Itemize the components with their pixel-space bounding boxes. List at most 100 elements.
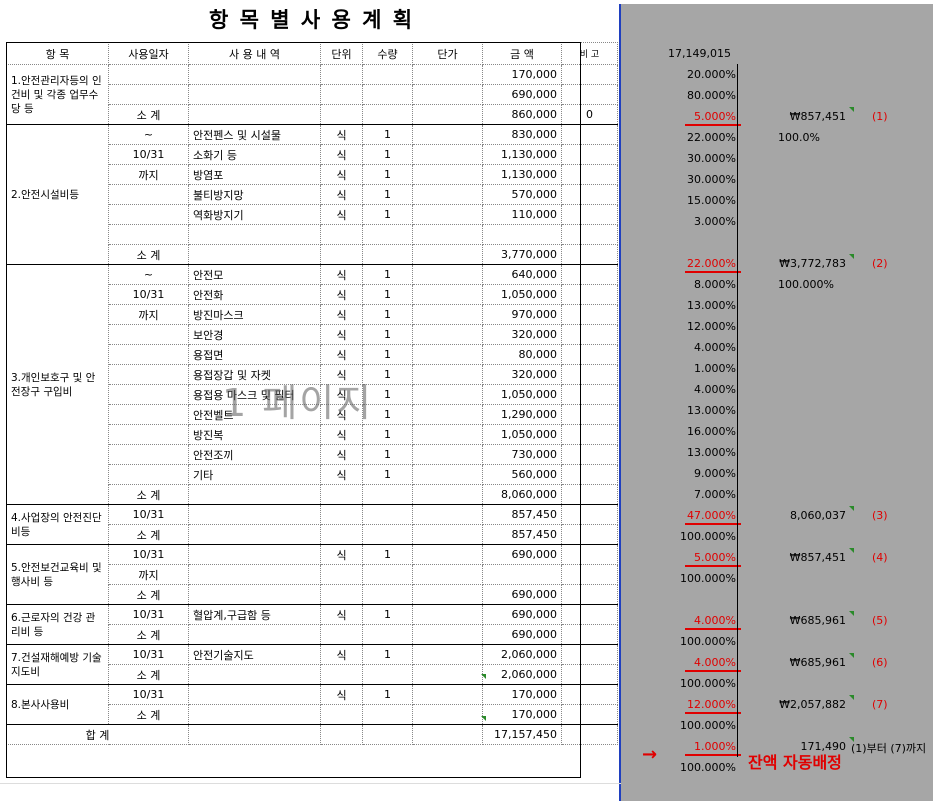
cell-amount[interactable]: 1,050,000 bbox=[482, 384, 562, 405]
cell-amount[interactable]: 1,130,000 bbox=[482, 144, 562, 165]
cell-item[interactable]: 방진복 bbox=[188, 424, 321, 445]
allocation-tag[interactable]: (2) bbox=[872, 257, 888, 270]
subtotal-percent[interactable]: 47.000% bbox=[624, 509, 736, 522]
cell-qty[interactable]: 1 bbox=[362, 164, 413, 185]
cell-price[interactable] bbox=[412, 644, 483, 665]
allocated-amount[interactable]: ₩3,772,783 bbox=[742, 257, 846, 270]
cell-qty[interactable]: 1 bbox=[362, 604, 413, 625]
cell-price[interactable] bbox=[412, 684, 483, 705]
subtotal-label[interactable]: 소 계 bbox=[108, 104, 189, 125]
allocation-tag[interactable]: (5) bbox=[872, 614, 888, 627]
subtotal-percent[interactable]: 5.000% bbox=[624, 110, 736, 123]
empty-cell[interactable] bbox=[412, 624, 483, 645]
cell-qty[interactable]: 1 bbox=[362, 544, 413, 565]
cell-remark[interactable] bbox=[561, 164, 618, 185]
cell-date[interactable] bbox=[108, 184, 189, 205]
empty-cell[interactable] bbox=[412, 484, 483, 505]
row-percent[interactable]: 3.000% bbox=[624, 215, 736, 228]
cell-unit[interactable] bbox=[320, 84, 363, 105]
cell-remark[interactable] bbox=[561, 384, 618, 405]
cell-price[interactable] bbox=[412, 164, 483, 185]
cell-price[interactable] bbox=[412, 424, 483, 445]
cell-date[interactable] bbox=[108, 404, 189, 425]
empty-cell[interactable] bbox=[362, 664, 413, 685]
cell-qty[interactable]: 1 bbox=[362, 464, 413, 485]
subtotal-remark[interactable] bbox=[561, 484, 618, 505]
empty-cell[interactable] bbox=[188, 524, 321, 545]
row-percent[interactable]: 100.000% bbox=[624, 719, 736, 732]
empty-cell[interactable] bbox=[320, 624, 363, 645]
empty-cell[interactable] bbox=[320, 524, 363, 545]
subtotal-remark[interactable] bbox=[561, 664, 618, 685]
empty-cell[interactable] bbox=[320, 244, 363, 265]
cell-date[interactable]: ~ bbox=[108, 264, 189, 285]
cell-unit[interactable]: 식 bbox=[320, 464, 363, 485]
subtotal-percent[interactable]: 1.000% bbox=[624, 740, 736, 753]
cell-date[interactable] bbox=[108, 384, 189, 405]
cell-qty[interactable] bbox=[362, 564, 413, 585]
cell-price[interactable] bbox=[412, 284, 483, 305]
cell-remark[interactable] bbox=[561, 264, 618, 285]
empty-cell[interactable] bbox=[188, 704, 321, 725]
cell-date[interactable]: 까지 bbox=[108, 164, 189, 185]
row-percent[interactable]: 30.000% bbox=[624, 173, 736, 186]
cell-remark[interactable] bbox=[561, 344, 618, 365]
empty-cell[interactable] bbox=[412, 524, 483, 545]
row-percent[interactable]: 13.000% bbox=[624, 446, 736, 459]
subtotal-percent[interactable]: 22.000% bbox=[624, 257, 736, 270]
empty-cell[interactable] bbox=[320, 664, 363, 685]
cell-date[interactable]: 10/31 bbox=[108, 604, 189, 625]
cell-amount[interactable]: 570,000 bbox=[482, 184, 562, 205]
allocated-amount[interactable]: 8,060,037 bbox=[742, 509, 846, 522]
cell-date[interactable] bbox=[108, 84, 189, 105]
subtotal-amount[interactable]: 3,770,000 bbox=[482, 244, 562, 265]
cell-amount[interactable] bbox=[482, 564, 562, 585]
header-cell[interactable]: 단위 bbox=[320, 42, 363, 65]
cell-qty[interactable]: 1 bbox=[362, 204, 413, 225]
cell-price[interactable] bbox=[412, 564, 483, 585]
empty-cell[interactable] bbox=[362, 524, 413, 545]
cell-unit[interactable]: 식 bbox=[320, 284, 363, 305]
cell-date[interactable] bbox=[108, 364, 189, 385]
allocation-tag[interactable]: (3) bbox=[872, 509, 888, 522]
cell-item[interactable]: 안전조끼 bbox=[188, 444, 321, 465]
row-percent[interactable]: 9.000% bbox=[624, 467, 736, 480]
cell-item[interactable] bbox=[188, 684, 321, 705]
cell-price[interactable] bbox=[412, 384, 483, 405]
cell-remark[interactable] bbox=[561, 124, 618, 145]
empty-cell[interactable] bbox=[412, 724, 483, 745]
cell-item[interactable]: 용접면 bbox=[188, 344, 321, 365]
cell-item[interactable] bbox=[188, 64, 321, 85]
empty-cell[interactable] bbox=[412, 704, 483, 725]
cell-remark[interactable] bbox=[561, 184, 618, 205]
row-percent[interactable]: 100.000% bbox=[624, 572, 736, 585]
empty-cell[interactable] bbox=[320, 704, 363, 725]
cell-unit[interactable]: 식 bbox=[320, 184, 363, 205]
row-percent[interactable]: 12.000% bbox=[624, 320, 736, 333]
cell-price[interactable] bbox=[412, 184, 483, 205]
subtotal-label[interactable]: 소 계 bbox=[108, 664, 189, 685]
header-cell[interactable]: 항 목 bbox=[6, 42, 109, 65]
subtotal-percent[interactable]: 4.000% bbox=[624, 614, 736, 627]
cell-remark[interactable] bbox=[561, 464, 618, 485]
cell-unit[interactable] bbox=[320, 64, 363, 85]
empty-cell[interactable] bbox=[320, 724, 363, 745]
cell-qty[interactable] bbox=[362, 64, 413, 85]
row-percent[interactable]: 100.000% bbox=[624, 530, 736, 543]
cell-remark[interactable] bbox=[561, 424, 618, 445]
empty-cell[interactable] bbox=[320, 484, 363, 505]
cell-date[interactable]: 까지 bbox=[108, 304, 189, 325]
cell-amount[interactable]: 730,000 bbox=[482, 444, 562, 465]
header-cell[interactable]: 단가 bbox=[412, 42, 483, 65]
header-cell[interactable]: 사용일자 bbox=[108, 42, 189, 65]
cell-date[interactable]: 10/31 bbox=[108, 644, 189, 665]
row-percent[interactable]: 13.000% bbox=[624, 299, 736, 312]
section-percent-total[interactable]: 100.0% bbox=[778, 131, 820, 144]
subtotal-label[interactable]: 소 계 bbox=[108, 584, 189, 605]
subtotal-amount[interactable]: 857,450 bbox=[482, 524, 562, 545]
cell-amount[interactable]: 640,000 bbox=[482, 264, 562, 285]
empty-cell[interactable] bbox=[412, 664, 483, 685]
cell-amount[interactable]: 1,050,000 bbox=[482, 284, 562, 305]
subtotal-label[interactable]: 소 계 bbox=[108, 484, 189, 505]
cell-qty[interactable]: 1 bbox=[362, 644, 413, 665]
